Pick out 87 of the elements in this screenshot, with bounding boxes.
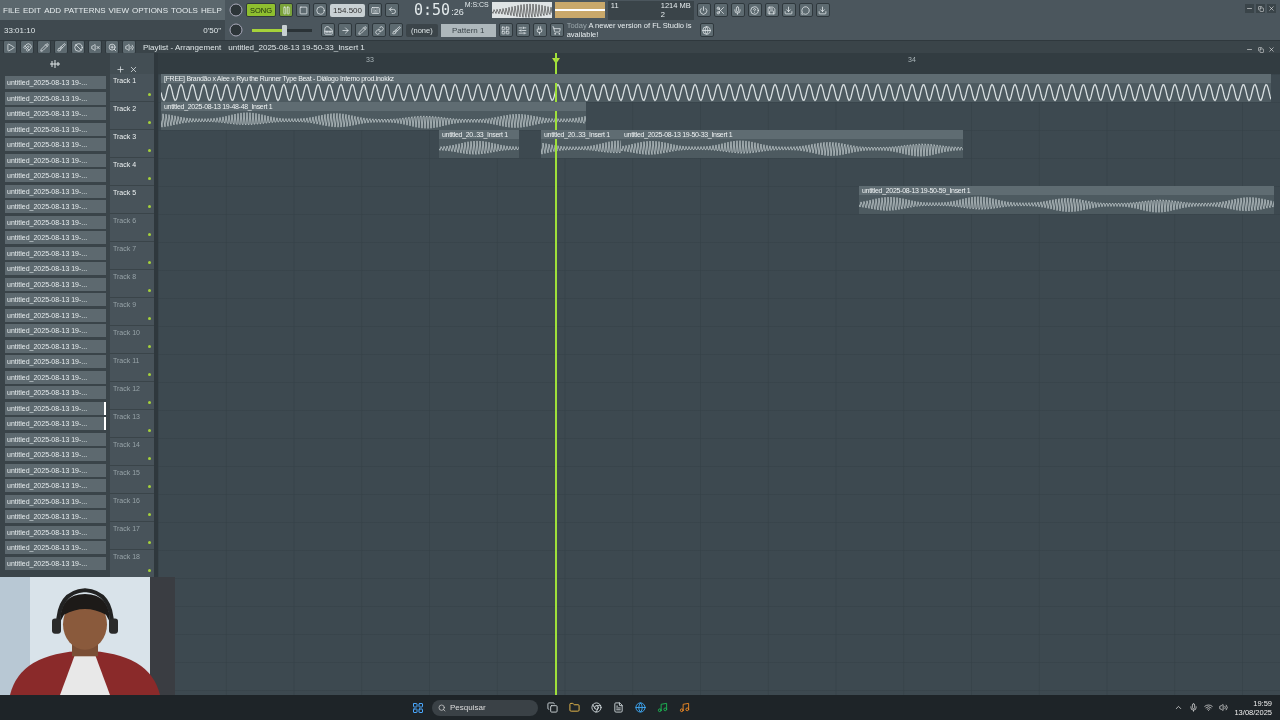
led-icon <box>148 513 151 516</box>
playlist-title: Playlist - Arrangement <box>143 42 222 52</box>
led-icon <box>148 149 151 152</box>
menu-item[interactable]: FILE <box>3 5 20 15</box>
knob-icon[interactable] <box>229 3 243 17</box>
song-position: 33:01:10 <box>4 25 36 35</box>
led-icon <box>148 205 151 208</box>
led-icon <box>148 289 151 292</box>
globe-icon[interactable] <box>699 23 714 37</box>
browser-icon[interactable] <box>588 699 604 716</box>
magnet-icon[interactable] <box>20 40 34 54</box>
close-button[interactable] <box>1267 4 1276 13</box>
search-field[interactable]: Pesquisar <box>432 699 538 716</box>
led-icon <box>148 401 151 404</box>
brush-icon[interactable] <box>389 23 403 37</box>
undo-icon[interactable] <box>385 3 399 17</box>
tempo-field[interactable]: 154.500 <box>330 3 365 17</box>
brush-icon[interactable] <box>54 40 68 54</box>
menu-item[interactable]: TOOLS <box>171 5 198 15</box>
restore-icon <box>1257 46 1264 53</box>
led-icon <box>148 121 151 124</box>
add-icon[interactable] <box>116 65 125 74</box>
minimize-icon <box>1246 46 1253 53</box>
play-icon[interactable] <box>3 40 17 54</box>
slider-thumb[interactable] <box>282 24 287 36</box>
speaker-icon[interactable] <box>1219 703 1229 712</box>
network-icon[interactable] <box>1204 703 1214 712</box>
grid-icon[interactable] <box>498 23 513 37</box>
led-icon <box>148 261 151 264</box>
playlist-pattern: untitled_2025-08-13 19-50-33_Insert 1 <box>228 42 365 52</box>
chat-icon[interactable] <box>798 3 813 17</box>
piano-icon[interactable] <box>321 23 335 37</box>
chevron-icon[interactable] <box>1174 703 1184 712</box>
scissors-icon[interactable] <box>713 3 728 17</box>
minimize-icon <box>1246 5 1253 12</box>
menu-item[interactable]: HELP <box>200 5 222 15</box>
restore-icon <box>1257 5 1264 12</box>
power-icon[interactable] <box>696 3 711 17</box>
save-icon[interactable] <box>764 3 779 17</box>
led-icon <box>148 485 151 488</box>
led-icon <box>148 457 151 460</box>
help-icon[interactable] <box>747 3 762 17</box>
sliders-icon[interactable] <box>515 23 530 37</box>
led-icon <box>148 373 151 376</box>
menu-item[interactable]: EDIT <box>22 5 42 15</box>
pause-icon[interactable] <box>279 3 294 17</box>
close-icon <box>1268 5 1275 12</box>
menu-item[interactable]: OPTIONS <box>131 5 168 15</box>
stop-icon[interactable] <box>296 3 311 17</box>
search-icon <box>438 703 446 712</box>
ban-icon[interactable] <box>71 40 85 54</box>
led-icon <box>148 317 151 320</box>
cart-icon[interactable] <box>549 23 564 37</box>
led-icon <box>148 233 151 236</box>
task-view-icon[interactable] <box>544 699 560 716</box>
led-icon <box>148 541 151 544</box>
record-icon[interactable] <box>313 3 328 17</box>
download-icon[interactable] <box>815 3 830 17</box>
link-icon[interactable] <box>372 23 386 37</box>
led-icon <box>148 345 151 348</box>
menu-item[interactable]: PATTERNS <box>64 5 106 15</box>
microphone-icon[interactable] <box>730 3 745 17</box>
mute-icon[interactable] <box>88 40 102 54</box>
knob-icon[interactable] <box>229 23 243 37</box>
close-icon[interactable] <box>129 65 138 74</box>
speaker-icon[interactable] <box>122 40 136 54</box>
zoom-icon[interactable] <box>105 40 119 54</box>
microphone-icon[interactable] <box>1189 703 1199 712</box>
minimize-button[interactable] <box>1245 4 1254 13</box>
plug-icon[interactable] <box>532 23 547 37</box>
led-icon <box>148 177 151 180</box>
waveform-icon[interactable] <box>49 58 61 69</box>
menu-item[interactable]: VIEW <box>108 5 129 15</box>
pencil-icon[interactable] <box>355 23 369 37</box>
peak-meter-drawing <box>554 2 605 18</box>
globe-icon[interactable] <box>632 699 648 716</box>
hint-time: 0'50" <box>203 25 221 35</box>
pattern-selector[interactable]: Pattern 1 <box>440 23 496 37</box>
download-icon[interactable] <box>781 3 796 17</box>
maximize-button[interactable] <box>1256 4 1265 13</box>
menu-item[interactable]: ADD <box>44 5 62 15</box>
led-icon <box>148 93 151 96</box>
keyboard-icon[interactable] <box>368 3 382 17</box>
close-icon <box>1268 46 1275 53</box>
led-icon <box>148 429 151 432</box>
pencil-icon[interactable] <box>37 40 51 54</box>
led-icon <box>148 569 151 572</box>
